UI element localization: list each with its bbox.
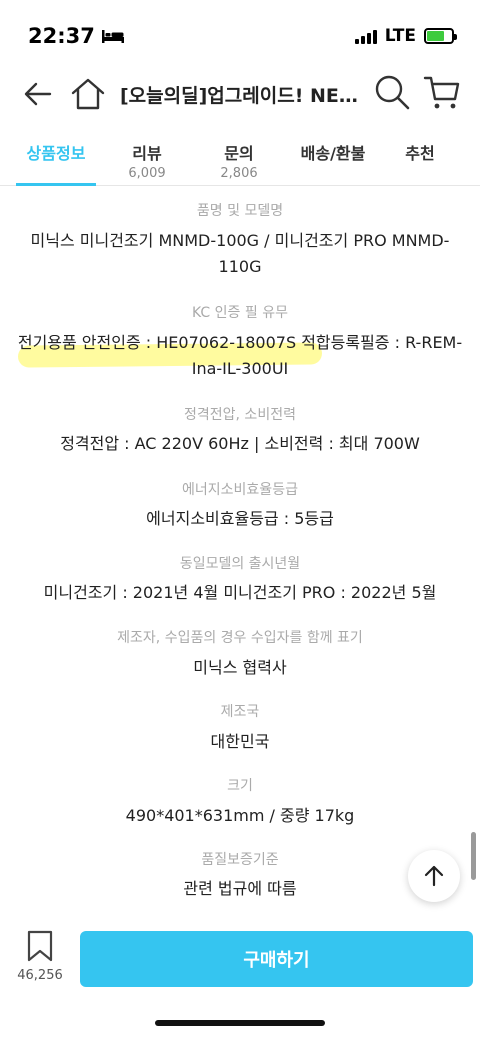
spec-label: KC 인증 필 유무 [192,305,288,321]
network-type: LTE [384,26,416,46]
page-title: [오늘의딜]업그레이드! NEW... [120,85,365,107]
spec-value: 490*401*631mm / 중량 17kg [125,806,355,825]
spec-value: 미닉스 협력사 [193,658,287,677]
spec-value: 대한민국 [210,732,270,751]
spec-value: 정격전압 : AC 220V 60Hz | 소비전력 : 최대 700W [60,434,420,453]
status-indicators: LTE [354,26,457,46]
bookmark-count: 46,256 [17,968,63,983]
signal-icon [354,28,377,44]
spec-value: 전기용품 안전인증 : HE07062-18007S 적합등록필증 : R-RE… [17,333,463,378]
tab-inquiries[interactable]: 문의 2,806 [204,140,274,181]
spec-label: 품질보증기준 [201,852,279,868]
spec-label: 품명 및 모델명 [196,203,284,219]
spec-value: 미닉스 미니건조기 MNMD-100G / 미니건조기 PRO MNMD-110… [30,231,450,276]
home-indicator [155,1020,325,1026]
tab-label: 상품정보 [26,144,86,163]
tab-label: 리뷰 [132,144,162,163]
cart-icon [423,76,460,109]
search-icon [375,75,410,110]
tab-product-info[interactable]: 상품정보 [16,140,96,164]
battery-level [427,31,444,41]
tab-count: 6,009 [128,166,166,181]
spec-label: 에너지소비효율등급 [182,482,298,498]
tab-label: 문의 [224,144,254,163]
tab-bar: 상품정보 리뷰 6,009 문의 2,806 배송/환불 추천 [0,130,480,186]
spec-value: 에너지소비효율등급 : 5등급 [146,509,334,528]
home-icon [71,78,105,110]
spec-label: 동일모델의 출시년월 [179,556,301,572]
arrow-up-icon [424,865,444,887]
home-button[interactable] [68,74,108,114]
search-button[interactable] [372,72,412,112]
tab-label: 추천 [405,144,435,163]
scrollbar[interactable] [471,832,476,880]
battery-icon [424,28,457,44]
spec-label: 제조국 [220,704,260,720]
bed-icon [101,30,124,43]
bookmark-button[interactable]: 46,256 [14,930,66,992]
bookmark-icon [27,930,53,962]
clock: 22:37 [28,24,95,48]
status-time: 22:37 [28,24,125,48]
tab-label: 배송/환불 [300,144,366,163]
scroll-to-top-button[interactable] [408,850,460,902]
active-tab-indicator [16,183,96,186]
bottom-action-bar: 46,256 구매하기 [0,918,480,998]
status-bar: 22:37 LTE [0,0,480,70]
spec-label: 제조자, 수입품의 경우 수입자를 함께 표기 [117,630,363,646]
tab-recommended[interactable]: 추천 [390,140,450,164]
buy-button[interactable]: 구매하기 [80,931,473,987]
back-button[interactable] [20,76,56,112]
spec-value: 미니건조기 : 2021년 4월 미니건조기 PRO : 2022년 5월 [43,583,437,602]
top-navigation-bar: [오늘의딜]업그레이드! NEW... [0,70,480,118]
cart-button[interactable] [422,72,462,112]
spec-label: 크기 [227,778,253,794]
tab-shipping-refund[interactable]: 배송/환불 [288,140,378,164]
spec-value: 관련 법규에 따름 [183,879,297,898]
spec-label: 정격전압, 소비전력 [184,407,296,423]
tab-count: 2,806 [220,166,258,181]
arrow-left-icon [24,82,52,106]
tab-reviews[interactable]: 리뷰 6,009 [112,140,182,181]
